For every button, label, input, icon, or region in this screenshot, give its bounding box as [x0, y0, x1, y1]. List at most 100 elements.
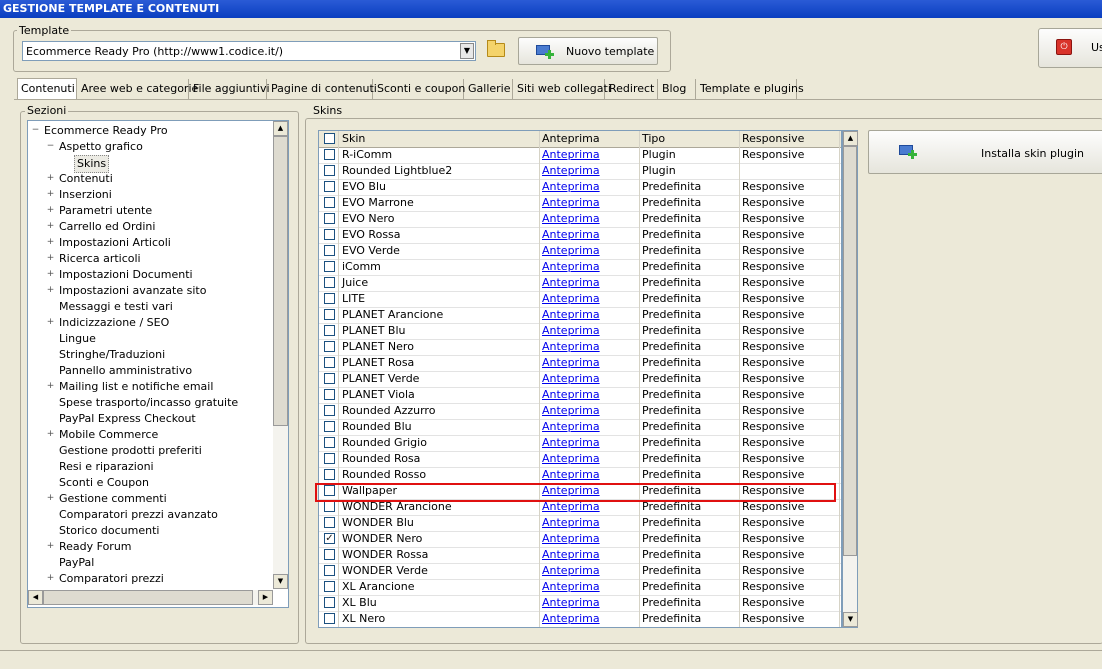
collapse-icon[interactable]: −: [31, 126, 40, 135]
preview-link[interactable]: Anteprima: [542, 467, 600, 483]
row-checkbox[interactable]: [324, 373, 335, 384]
skins-vscrollbar[interactable]: ▲ ▼: [842, 130, 858, 628]
scroll-down-icon[interactable]: ▼: [843, 612, 858, 627]
table-row[interactable]: PLANET Arancione Anteprima Predefinita Resp…: [319, 307, 841, 324]
sections-vscrollbar[interactable]: ▲ ▼: [273, 121, 288, 589]
row-checkbox[interactable]: [324, 341, 335, 352]
preview-link[interactable]: Anteprima: [542, 307, 600, 323]
preview-link[interactable]: Anteprima: [542, 371, 600, 387]
preview-link[interactable]: Anteprima: [542, 195, 600, 211]
expand-icon[interactable]: +: [46, 430, 55, 439]
row-checkbox[interactable]: [324, 357, 335, 368]
row-checkbox[interactable]: [324, 421, 335, 432]
col-tipo[interactable]: Tipo: [642, 131, 665, 147]
table-row[interactable]: XL Blu Anteprima Predefinita Responsive: [319, 595, 841, 612]
scroll-thumb[interactable]: [273, 136, 288, 426]
table-row[interactable]: EVO Verde Anteprima Predefinita Responsive: [319, 243, 841, 260]
tab-aree-web[interactable]: Aree web e categorie: [78, 79, 198, 99]
scroll-left-icon[interactable]: ◀: [28, 590, 43, 605]
table-row[interactable]: PLANET Viola Anteprima Predefinita Responsi…: [319, 387, 841, 404]
table-row[interactable]: Rounded Rosa Anteprima Predefinita Responsi…: [319, 451, 841, 468]
expand-icon[interactable]: +: [46, 174, 55, 183]
expand-icon[interactable]: +: [46, 318, 55, 327]
chevron-down-icon[interactable]: ▼: [460, 43, 474, 59]
template-select[interactable]: Ecommerce Ready Pro (http://www1.codice.…: [22, 41, 476, 61]
table-row[interactable]: PLANET Verde Anteprima Predefinita Responsi…: [319, 371, 841, 388]
table-row[interactable]: Rounded Grigio Anteprima Predefinita Respon…: [319, 435, 841, 452]
tab-blog[interactable]: Blog: [659, 79, 696, 99]
col-anteprima[interactable]: Anteprima: [542, 131, 600, 147]
install-skin-plugin-button[interactable]: Installa skin plugin: [868, 130, 1102, 174]
table-row[interactable]: Rounded Azzurro Anteprima Predefinita Respo…: [319, 403, 841, 420]
tab-siti-collegati[interactable]: Siti web collegati: [514, 79, 611, 99]
scroll-down-icon[interactable]: ▼: [273, 574, 288, 589]
preview-link[interactable]: Anteprima: [542, 611, 600, 627]
preview-link[interactable]: Anteprima: [542, 451, 600, 467]
scroll-right-icon[interactable]: ▶: [258, 590, 273, 605]
tab-file-aggiuntivi[interactable]: File aggiuntivi: [190, 79, 270, 99]
preview-link[interactable]: Anteprima: [542, 563, 600, 579]
open-folder-button[interactable]: [483, 38, 509, 62]
row-checkbox[interactable]: [324, 261, 335, 272]
preview-link[interactable]: Anteprima: [542, 595, 600, 611]
row-checkbox[interactable]: [324, 501, 335, 512]
expand-icon[interactable]: +: [46, 574, 55, 583]
preview-link[interactable]: Anteprima: [542, 275, 600, 291]
new-template-button[interactable]: Nuovo template: [518, 37, 658, 65]
table-row[interactable]: EVO Blu Anteprima Predefinita Responsive: [319, 179, 841, 196]
scroll-thumb[interactable]: [843, 146, 857, 556]
preview-link[interactable]: Anteprima: [542, 323, 600, 339]
table-row[interactable]: LITE Anteprima Predefinita Responsive: [319, 291, 841, 308]
preview-link[interactable]: Anteprima: [542, 147, 600, 163]
expand-icon[interactable]: +: [46, 222, 55, 231]
table-row[interactable]: EVO Marrone Anteprima Predefinita Responsiv…: [319, 195, 841, 212]
preview-link[interactable]: Anteprima: [542, 547, 600, 563]
preview-link[interactable]: Anteprima: [542, 355, 600, 371]
row-checkbox[interactable]: [324, 613, 335, 624]
row-checkbox[interactable]: [324, 469, 335, 480]
tab-template-plugins[interactable]: Template e plugins: [697, 79, 804, 99]
row-checkbox[interactable]: [324, 165, 335, 176]
row-checkbox[interactable]: [324, 453, 335, 464]
row-checkbox[interactable]: ✓: [324, 533, 335, 544]
preview-link[interactable]: Anteprima: [542, 227, 600, 243]
expand-icon[interactable]: +: [46, 494, 55, 503]
col-responsive[interactable]: Responsive: [742, 131, 804, 147]
preview-link[interactable]: Anteprima: [542, 403, 600, 419]
row-checkbox[interactable]: [324, 389, 335, 400]
row-checkbox[interactable]: [324, 549, 335, 560]
row-checkbox[interactable]: [324, 229, 335, 240]
tab-sconti-coupon[interactable]: Sconti e coupon: [374, 79, 465, 99]
expand-icon[interactable]: +: [46, 254, 55, 263]
expand-icon[interactable]: +: [46, 270, 55, 279]
table-row[interactable]: PLANET Nero Anteprima Predefinita Responsiv…: [319, 339, 841, 356]
tab-contenuti[interactable]: Contenuti: [17, 78, 77, 100]
expand-icon[interactable]: +: [46, 206, 55, 215]
preview-link[interactable]: Anteprima: [542, 259, 600, 275]
user-button[interactable]: ⏻ Us: [1038, 28, 1102, 68]
table-row[interactable]: EVO Nero Anteprima Predefinita Responsive: [319, 211, 841, 228]
row-checkbox[interactable]: [324, 245, 335, 256]
row-checkbox[interactable]: [324, 581, 335, 592]
expand-icon[interactable]: +: [46, 238, 55, 247]
table-row[interactable]: Juice Anteprima Predefinita Responsive: [319, 275, 841, 292]
tab-redirect[interactable]: Redirect: [606, 79, 658, 99]
row-checkbox[interactable]: [324, 149, 335, 160]
row-checkbox[interactable]: [324, 597, 335, 608]
preview-link[interactable]: Anteprima: [542, 211, 600, 227]
sections-tree[interactable]: − Ecommerce Ready Pro − Aspetto grafico Sk…: [27, 120, 289, 608]
table-row[interactable]: Rounded Rosso Anteprima Predefinita Respons…: [319, 467, 841, 484]
col-skin[interactable]: Skin: [342, 131, 365, 147]
preview-link[interactable]: Anteprima: [542, 435, 600, 451]
preview-link[interactable]: Anteprima: [542, 531, 600, 547]
preview-link[interactable]: Anteprima: [542, 515, 600, 531]
row-checkbox[interactable]: [324, 277, 335, 288]
expand-icon[interactable]: +: [46, 542, 55, 551]
table-row[interactable]: ✓ WONDER Nero Anteprima Predefinita Responsi…: [319, 531, 841, 548]
tab-pagine-contenuti[interactable]: Pagine di contenuti: [268, 79, 377, 99]
tab-gallerie[interactable]: Gallerie: [465, 79, 513, 99]
table-row[interactable]: Rounded Lightblue2 Anteprima Plugin: [319, 163, 841, 180]
sections-hscrollbar[interactable]: ◀ ▶: [28, 590, 273, 605]
expand-icon[interactable]: +: [46, 382, 55, 391]
row-checkbox[interactable]: [324, 565, 335, 576]
